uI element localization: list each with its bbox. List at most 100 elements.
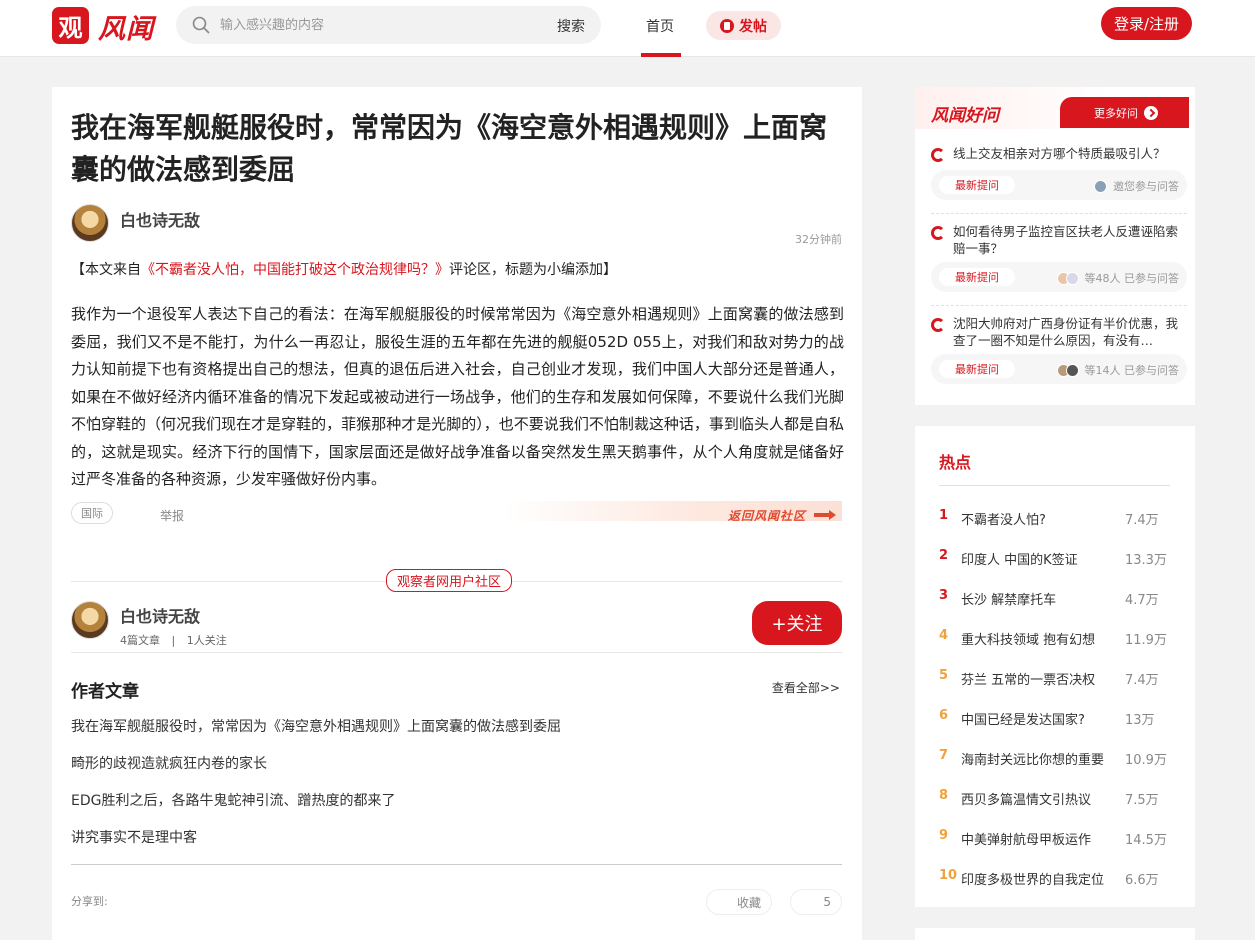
participant-avatar <box>1065 271 1079 285</box>
author-article-item[interactable]: 我在海军舰艇服役时，常常因为《海空意外相遇规则》上面窝囊的做法感到委屈 <box>71 716 561 736</box>
qa-meta-bar: 最新提问 邀您参与问答 <box>931 170 1187 200</box>
site-logo-badge[interactable]: 观 <box>52 7 89 44</box>
hot-item[interactable]: 6 中国已经是发达国家? 13万 <box>939 708 1171 728</box>
good-questions-card: 风闻好问 更多好问 线上交友相亲对方哪个特质最吸引人？ 最新提问 邀您参与问答 … <box>915 87 1195 405</box>
article-title: 我在海军舰艇服役时，常常因为《海空意外相遇规则》上面窝囊的做法感到委屈 <box>71 111 828 186</box>
top-header: 观 风闻 搜索 首页 发帖 登录/注册 <box>0 0 1255 57</box>
hot-count: 7.4万 <box>1125 673 1159 688</box>
share-divider <box>71 864 842 865</box>
hot-rank: 6 <box>939 708 949 723</box>
author-article-count: 4篇文章 <box>120 634 160 647</box>
hot-topic[interactable]: 长沙 解禁摩托车 <box>961 589 1126 608</box>
search-button[interactable]: 搜索 <box>557 16 585 36</box>
post-button-label: 发帖 <box>739 18 767 35</box>
post-time: 32分钟前 <box>795 233 842 246</box>
hot-item[interactable]: 8 西贝多篇温情文引热议 7.5万 <box>939 788 1171 808</box>
author-avatar[interactable] <box>71 204 109 242</box>
return-community-label: 返回风闻社区 <box>727 509 806 521</box>
hot-count: 13万 <box>1125 713 1155 728</box>
author-divider <box>71 652 842 653</box>
share-label: 分享到: <box>71 895 108 908</box>
qa-question[interactable]: 如何看待男子监控盲区扶老人反遭诬陷索赔一事？ <box>953 223 1179 257</box>
source-prefix: 【本文来自 <box>71 262 141 278</box>
hot-topic[interactable]: 印度人 中国的K签证 <box>961 549 1126 568</box>
author-box-avatar[interactable] <box>71 601 109 639</box>
participant-avatar <box>1094 179 1107 193</box>
hot-item[interactable]: 4 重大科技领域 抱有幻想 11.9万 <box>939 628 1171 648</box>
post-icon <box>720 18 734 33</box>
qa-item[interactable]: 如何看待男子监控盲区扶老人反遭诬陷索赔一事？ 最新提问 等48人 已参与问答 <box>931 223 1187 299</box>
hot-topic[interactable]: 芬兰 五常的一票否决权 <box>961 669 1126 688</box>
author-articles-title: 作者文章 <box>71 682 139 702</box>
post-button[interactable]: 发帖 <box>706 11 781 40</box>
more-questions-label: 更多好问 <box>1094 106 1138 120</box>
hot-rank: 2 <box>939 548 949 563</box>
nav-home[interactable]: 首页 <box>646 16 674 36</box>
community-label[interactable]: 观察者网用户社区 <box>386 569 513 592</box>
hot-count: 13.3万 <box>1125 553 1167 568</box>
qa-participants-label: 等14人 已参与问答 <box>1084 364 1180 377</box>
author-article-item[interactable]: 讲究事实不是理中客 <box>71 827 197 847</box>
article-card: 我在海军舰艇服役时，常常因为《海空意外相遇规则》上面窝囊的做法感到委屈 白也诗无… <box>52 87 862 940</box>
qa-item[interactable]: 线上交友相亲对方哪个特质最吸引人？ 最新提问 邀您参与问答 <box>931 145 1187 205</box>
collect-button[interactable]: 收藏 <box>706 889 772 915</box>
participant-avatar <box>1065 363 1079 377</box>
article-tag[interactable]: 国际 <box>71 502 113 524</box>
qa-participants[interactable]: 等14人 已参与问答 <box>1056 362 1180 378</box>
follow-button[interactable]: +关注 <box>752 601 842 645</box>
qa-question[interactable]: 沈阳大帅府对广西身份证有半价优惠，我查了一圈不知是什么原因，有没有… <box>953 315 1179 349</box>
hot-topics-card: 热点 1 不霸者没人怕? 7.4万 2 印度人 中国的K签证 13.3万 3 长沙 解禁摩托车… <box>915 426 1195 907</box>
report-link[interactable]: 举报 <box>160 507 184 524</box>
question-c-icon <box>931 148 945 162</box>
qa-item[interactable]: 沈阳大帅府对广西身份证有半价优惠，我查了一圈不知是什么原因，有没有… 最新提问 … <box>931 315 1187 391</box>
view-all-link[interactable]: 查看全部>> <box>772 679 840 696</box>
qa-participants[interactable]: 等48人 已参与问答 <box>1056 270 1180 286</box>
hot-item[interactable]: 7 海南封关远比你想的重要 10.9万 <box>939 748 1171 768</box>
hot-item[interactable]: 9 中美弹射航母甲板运作 14.5万 <box>939 828 1171 848</box>
qa-logo[interactable]: 风闻好问 <box>931 101 999 126</box>
qa-participants-label: 等48人 已参与问答 <box>1084 272 1180 285</box>
question-c-icon <box>931 226 945 240</box>
qa-separator <box>931 305 1187 306</box>
article-source: 【本文来自《不霸者没人怕，中国能打破这个政治规律吗？》评论区，标题为小编添加】 <box>71 259 617 279</box>
site-logo-text[interactable]: 风闻 <box>98 7 154 46</box>
source-link[interactable]: 《不霸者没人怕，中国能打破这个政治规律吗？》 <box>141 262 449 278</box>
hot-item[interactable]: 10 印度多极世界的自我定位 6.6万 <box>939 868 1171 888</box>
hot-rank: 7 <box>939 748 949 763</box>
hot-topic[interactable]: 西贝多篇温情文引热议 <box>961 789 1126 808</box>
author-stats: 4篇文章 | 1人关注 <box>120 632 227 648</box>
more-questions-button[interactable]: 更多好问 <box>1060 97 1189 128</box>
author-article-item[interactable]: EDG胜利之后，各路牛鬼蛇神引流、蹭热度的都来了 <box>71 790 395 810</box>
hot-topic[interactable]: 海南封关远比你想的重要 <box>961 749 1126 768</box>
author-name[interactable]: 白也诗无敌 <box>120 207 200 231</box>
qa-participants[interactable]: 邀您参与问答 <box>1094 178 1179 194</box>
hot-item[interactable]: 3 长沙 解禁摩托车 4.7万 <box>939 588 1171 608</box>
login-register-button[interactable]: 登录/注册 <box>1101 7 1192 40</box>
hot-topic[interactable]: 印度多极世界的自我定位 <box>961 869 1126 888</box>
hot-count: 4.7万 <box>1125 593 1159 608</box>
author-article-item[interactable]: 畸形的歧视造就疯狂内卷的家长 <box>71 753 267 773</box>
qa-meta-bar: 最新提问 等48人 已参与问答 <box>931 262 1187 292</box>
hot-topic[interactable]: 中美弹射航母甲板运作 <box>961 829 1126 848</box>
hot-topic[interactable]: 不霸者没人怕? <box>961 509 1126 528</box>
hot-item[interactable]: 1 不霸者没人怕? 7.4万 <box>939 508 1171 528</box>
hot-rank: 8 <box>939 788 949 803</box>
like-button[interactable]: 5 <box>790 889 842 915</box>
qa-question[interactable]: 线上交友相亲对方哪个特质最吸引人？ <box>953 145 1179 162</box>
hot-title: 热点 <box>939 453 972 472</box>
hot-topic[interactable]: 重大科技领域 抱有幻想 <box>961 629 1126 648</box>
qa-participants-label: 邀您参与问答 <box>1113 180 1179 193</box>
search-icon <box>192 16 210 34</box>
author-follower-count: 1人关注 <box>186 634 227 647</box>
hot-count: 10.9万 <box>1125 753 1167 768</box>
hot-divider <box>939 485 1170 486</box>
question-c-icon <box>931 318 945 332</box>
hot-topic[interactable]: 中国已经是发达国家? <box>961 709 1126 728</box>
search-input[interactable] <box>220 6 540 44</box>
hot-item[interactable]: 2 印度人 中国的K签证 13.3万 <box>939 548 1171 568</box>
hot-item[interactable]: 5 芬兰 五常的一票否决权 7.4万 <box>939 668 1171 688</box>
hot-count: 7.5万 <box>1125 793 1159 808</box>
return-community-banner[interactable]: 返回风闻社区 <box>504 501 842 521</box>
author-stats-separator: | <box>171 634 176 647</box>
author-box-name[interactable]: 白也诗无敌 <box>120 603 200 627</box>
